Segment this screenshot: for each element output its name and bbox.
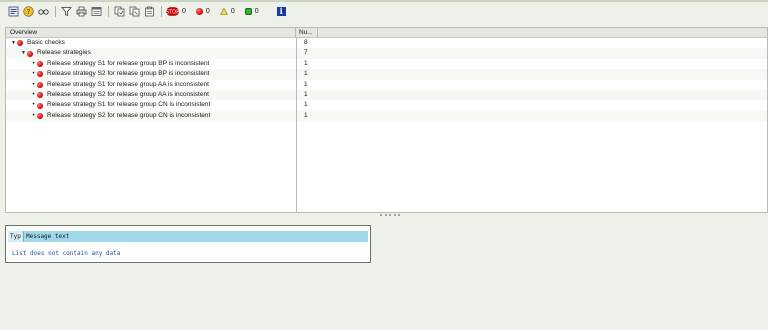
error-counter[interactable]: 0 [195, 5, 210, 18]
svg-text:STOP: STOP [166, 10, 179, 16]
print-icon[interactable] [75, 5, 88, 18]
tree-node[interactable]: • Release strategy S1 for release group B… [6, 59, 296, 69]
svg-text:?: ? [27, 8, 31, 16]
error-status-icon [37, 112, 43, 119]
tree-node-label: Release strategy S1 for release group AA… [47, 80, 209, 88]
tree-node-count: 8 [304, 39, 308, 46]
tree-node-count: 1 [304, 101, 308, 109]
tree-node-label: Basic checks [27, 39, 65, 46]
tree-node[interactable]: ▼ Basic checks [6, 38, 296, 48]
error-status-icon [37, 60, 43, 67]
tree-node-count: 1 [304, 111, 308, 119]
number-column-header[interactable]: Nu... [296, 28, 318, 37]
warning-icon [219, 8, 228, 15]
leaf-bullet-icon: • [32, 71, 35, 78]
tree-row[interactable]: • Release strategy S2 for release group C… [6, 110, 767, 122]
tree-row[interactable]: ▼ Release strategies 7 [6, 48, 767, 59]
tree-row[interactable]: • Release strategy S1 for release group B… [6, 59, 767, 69]
tree-node-label: Release strategy S2 for release group BP… [47, 70, 210, 78]
message-header: Typ Message text [8, 231, 368, 242]
error-icon [195, 8, 203, 15]
overview-tree: Overview Nu... ▼ Basic checks 8 ▼ Release st… [5, 27, 768, 213]
tree-node[interactable]: • Release strategy S1 for release group C… [6, 100, 296, 110]
leaf-bullet-icon: • [32, 91, 35, 98]
tree-node-label: Release strategy S1 for release group BP… [47, 59, 210, 67]
tree-node-count: 7 [304, 49, 308, 57]
tree-node-count: 1 [304, 80, 308, 88]
stop-counter[interactable]: STOP 0 [166, 5, 186, 18]
success-counter[interactable]: 0 [244, 5, 259, 18]
tree-row[interactable]: • Release strategy S1 for release group A… [6, 80, 767, 90]
help-icon[interactable]: ? [22, 5, 35, 18]
panel-splitter[interactable] [380, 214, 400, 217]
leaf-bullet-icon: • [32, 112, 35, 119]
filter-icon[interactable] [60, 5, 73, 18]
tree-node[interactable]: • Release strategy S2 for release group C… [6, 111, 296, 121]
copy-icon[interactable] [113, 5, 126, 18]
paste-icon[interactable] [128, 5, 141, 18]
tree-row[interactable]: • Release strategy S2 for release group A… [6, 89, 767, 101]
tree-node[interactable]: • Release strategy S2 for release group A… [6, 90, 296, 100]
overview-column-header[interactable]: Overview [6, 28, 296, 37]
error-count: 0 [205, 8, 210, 15]
expand-toggle-icon[interactable]: ▼ [20, 48, 27, 58]
export-icon[interactable] [90, 5, 103, 18]
error-status-icon [37, 71, 43, 78]
message-text-column-header[interactable]: Message text [24, 231, 368, 242]
tree-node-label: Release strategy S2 for release group AA… [47, 90, 209, 98]
tree-node-count: 1 [304, 90, 308, 98]
tree-node[interactable]: • Release strategy S1 for release group A… [6, 80, 296, 90]
tree-row[interactable]: • Release strategy S2 for release group B… [6, 69, 767, 80]
toolbar-separator [161, 6, 162, 17]
leaf-bullet-icon: • [32, 60, 35, 67]
tree-row[interactable]: • Release strategy S1 for release group C… [6, 100, 767, 110]
empty-list-message: List does not contain any data [12, 250, 121, 257]
expand-toggle-icon[interactable]: ▼ [10, 38, 17, 48]
tree-node[interactable]: • Release strategy S2 for release group B… [6, 69, 296, 79]
toolbar-separator [55, 6, 56, 17]
error-status-icon [17, 40, 23, 47]
error-status-icon [37, 102, 43, 109]
tree-node-count: 1 [304, 59, 308, 67]
message-log: Typ Message text List does not contain a… [5, 225, 371, 263]
error-status-icon [37, 92, 43, 99]
toolbar-separator [108, 6, 109, 17]
error-status-icon [27, 50, 33, 57]
column-divider [296, 38, 297, 212]
tree-body: ▼ Basic checks 8 ▼ Release strategies 7 • Relea… [6, 38, 767, 212]
leaf-bullet-icon: • [32, 102, 35, 109]
clipboard-icon[interactable] [143, 5, 156, 18]
toolbar: ? STOP 0 0 0 0 i [0, 2, 768, 21]
tree-node[interactable]: ▼ Release strategies [6, 48, 296, 58]
tree-node-label: Release strategies [37, 49, 91, 57]
tree-node-label: Release strategy S1 for release group CN… [47, 101, 211, 109]
glasses-icon[interactable] [37, 5, 50, 18]
stop-icon: STOP [166, 7, 179, 16]
details-icon[interactable] [7, 5, 20, 18]
tree-node-count: 1 [304, 70, 308, 78]
success-icon [244, 8, 252, 15]
info-icon[interactable]: i [275, 5, 288, 18]
tree-header: Overview Nu... [6, 28, 767, 38]
type-column-header[interactable]: Typ [8, 231, 24, 242]
warning-counter[interactable]: 0 [219, 5, 235, 18]
tree-row[interactable]: ▼ Basic checks 8 [6, 38, 767, 48]
tree-node-label: Release strategy S2 for release group CN… [47, 111, 211, 119]
warning-count: 0 [230, 8, 235, 15]
leaf-bullet-icon: • [32, 81, 35, 88]
error-status-icon [37, 81, 43, 88]
success-count: 0 [254, 8, 259, 15]
stop-count: 0 [182, 8, 186, 15]
